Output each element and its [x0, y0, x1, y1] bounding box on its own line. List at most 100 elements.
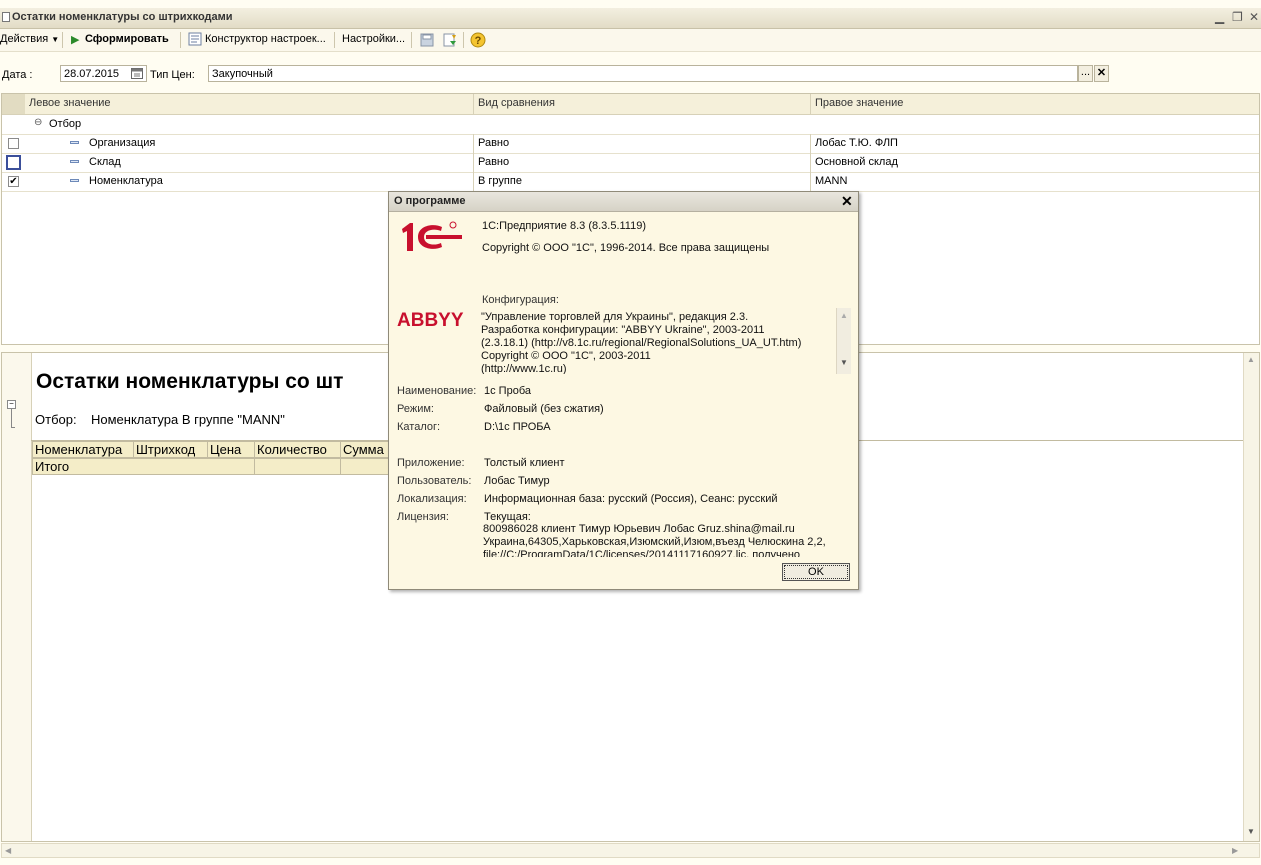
field-label: Режим: — [397, 403, 434, 415]
select-button[interactable]: ... — [1078, 65, 1093, 82]
total-row-quantity — [254, 458, 341, 475]
actions-menu[interactable]: Действия ▼ — [0, 33, 59, 45]
price-type-label: Тип Цен: — [150, 69, 195, 81]
column-header-price: Цена — [207, 441, 255, 458]
calendar-icon[interactable] — [131, 67, 143, 79]
config-label: Конфигурация: — [482, 294, 559, 306]
actions-label: Действия — [0, 33, 49, 45]
date-label: Дата : — [2, 69, 33, 81]
horizontal-scrollbar[interactable]: ◀ ▶ — [1, 843, 1260, 858]
filter-row[interactable]: ✔ Номенклатура В группе MANN — [2, 172, 1259, 192]
help-icon[interactable]: ? — [470, 32, 486, 48]
filter-left-value: Организация — [89, 137, 156, 149]
report-filter-value: Номенклатура В группе "MANN" — [91, 412, 285, 427]
play-icon: ▶ — [71, 34, 80, 46]
scroll-up-icon[interactable]: ▲ — [1247, 355, 1255, 364]
filter-left-value: Номенклатура — [89, 175, 163, 187]
filter-row[interactable]: Организация Равно Лобас Т.Ю. ФЛП — [2, 134, 1259, 154]
price-type-value: Закупочный — [212, 68, 273, 80]
filter-row-checkbox-checked[interactable]: ✔ — [8, 176, 19, 187]
config-line: (2.3.18.1) (http://v8.1c.ru/regional/Reg… — [481, 337, 802, 349]
total-row-sum — [340, 458, 390, 475]
field-icon — [70, 141, 79, 144]
config-info-box[interactable]: "Управление торговлей для Украины", реда… — [477, 308, 849, 374]
header-left-value[interactable]: Левое значение — [29, 97, 111, 109]
filter-row-checkbox[interactable] — [8, 138, 19, 149]
filter-comparison: Равно — [478, 156, 510, 168]
toolbar-separator — [180, 32, 181, 48]
restore-settings-icon[interactable] — [442, 32, 458, 48]
column-header-barcode: Штрихкод — [133, 441, 208, 458]
field-icon — [70, 179, 79, 182]
about-dialog-title: О программе — [394, 195, 466, 207]
group-collapse-icon[interactable]: − — [7, 400, 16, 409]
save-settings-icon[interactable] — [419, 32, 435, 48]
field-label: Наименование: — [397, 385, 477, 397]
toolbar-separator — [62, 32, 63, 48]
1c-logo — [400, 219, 466, 255]
field-value: Лобас Тимур — [484, 475, 550, 487]
about-dialog-header: О программе ✕ — [389, 192, 858, 212]
column-divider — [810, 172, 811, 191]
filter-grid-header: Левое значение Вид сравнения Правое знач… — [2, 94, 1259, 115]
license-line: Украина,64305,Харьковская,Изюмский,Изюм,… — [483, 536, 826, 548]
field-value: 1с Проба — [484, 385, 531, 397]
column-header-quantity: Количество — [254, 441, 341, 458]
ok-button[interactable]: OK — [782, 563, 850, 581]
filter-row[interactable]: Склад Равно Основной склад — [2, 153, 1259, 173]
field-label: Лицензия: — [397, 511, 449, 523]
product-version: 1С:Предприятие 8.3 (8.3.5.1119) — [482, 220, 647, 232]
scroll-down-icon[interactable]: ▼ — [840, 358, 848, 367]
svg-text:?: ? — [475, 35, 482, 47]
column-divider — [810, 94, 811, 114]
close-window-icon[interactable]: ✕ — [1249, 10, 1259, 24]
field-value: Информационная база: русский (Россия), С… — [484, 493, 778, 505]
constructor-button[interactable]: Конструктор настроек... — [205, 33, 326, 45]
scroll-down-icon[interactable]: ▼ — [1247, 827, 1255, 836]
column-divider — [473, 94, 474, 114]
filter-right-value: Лобас Т.Ю. ФЛП — [815, 137, 898, 149]
filter-row-checkbox[interactable] — [6, 155, 21, 170]
collapse-icon[interactable]: ⊖ — [34, 117, 42, 128]
vertical-scrollbar[interactable]: ▲ ▼ — [1243, 353, 1259, 841]
scroll-up-icon[interactable]: ▲ — [840, 311, 848, 320]
settings-button[interactable]: Настройки... — [342, 33, 405, 45]
close-icon[interactable]: ✕ — [841, 193, 853, 210]
field-label: Каталог: — [397, 421, 441, 433]
field-value: Файловый (без сжатия) — [484, 403, 604, 415]
config-line: Copyright © ООО "1С", 2003-2011 — [481, 350, 651, 362]
chevron-down-icon: ▼ — [51, 35, 60, 44]
field-value: Текущая: — [484, 511, 531, 523]
date-value: 28.07.2015 — [64, 68, 120, 80]
field-label: Пользователь: — [397, 475, 472, 487]
price-type-field[interactable]: Закупочный — [208, 65, 1078, 82]
window-title-bar: Остатки номенклатуры со штрихкодами ▁ ❐ … — [0, 8, 1261, 29]
restore-icon[interactable]: ❐ — [1232, 10, 1243, 24]
filter-group-row[interactable]: ⊖ Отбор — [2, 115, 1259, 135]
filter-group-label: Отбор — [49, 118, 82, 130]
column-divider — [810, 153, 811, 172]
field-label: Локализация: — [397, 493, 467, 505]
header-right-value[interactable]: Правое значение — [815, 97, 903, 109]
scroll-left-icon[interactable]: ◀ — [5, 846, 11, 855]
window-title: Остатки номенклатуры со штрихкодами — [12, 11, 233, 23]
minimize-icon[interactable]: ▁ — [1215, 10, 1224, 24]
toolbar: Действия ▼ ▶ Сформировать Конструктор на… — [0, 29, 1261, 52]
config-line: (http://www.1c.ru) — [481, 363, 567, 374]
scroll-right-icon[interactable]: ▶ — [1232, 846, 1238, 855]
field-value: Толстый клиент — [484, 457, 565, 469]
generate-button[interactable]: Сформировать — [85, 33, 169, 45]
clear-button[interactable]: ✕ — [1094, 65, 1109, 82]
header-comparison[interactable]: Вид сравнения — [478, 97, 555, 109]
product-copyright: Copyright © ООО "1С", 1996-2014. Все пра… — [482, 242, 770, 254]
config-line: "Управление торговлей для Украины", реда… — [481, 311, 749, 323]
config-scrollbar[interactable]: ▲ ▼ — [836, 308, 851, 374]
about-dialog: О программе ✕ 1С:Предприятие 8.3 (8.3.5.… — [388, 191, 859, 590]
group-line — [11, 427, 15, 428]
report-filter-label: Отбор: — [35, 412, 77, 427]
total-row-label: Итого — [32, 458, 255, 475]
toolbar-separator — [334, 32, 335, 48]
filter-left-value: Склад — [89, 156, 121, 168]
license-line: file://C:/ProgramData/1C/licenses/201411… — [483, 549, 801, 557]
filter-right-value: Основной склад — [815, 156, 898, 168]
